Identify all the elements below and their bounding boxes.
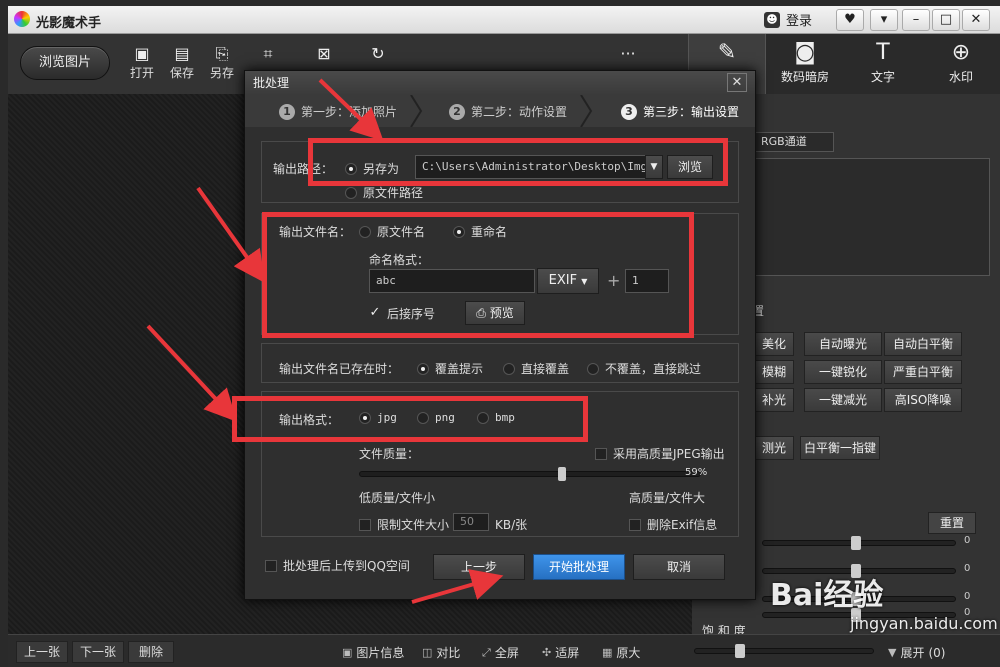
watermark-brand: Bai经验	[770, 578, 884, 613]
watermark-site: jingyan.baidu.com	[850, 614, 998, 633]
annotation-arrows	[146, 78, 504, 604]
arrow-to-name	[196, 186, 266, 284]
arrow-to-path	[318, 78, 384, 142]
baidu-watermark: Bai经验 jingyan.baidu.com	[770, 570, 998, 633]
arrow-to-format	[146, 324, 237, 422]
arrow-to-start	[411, 569, 504, 604]
